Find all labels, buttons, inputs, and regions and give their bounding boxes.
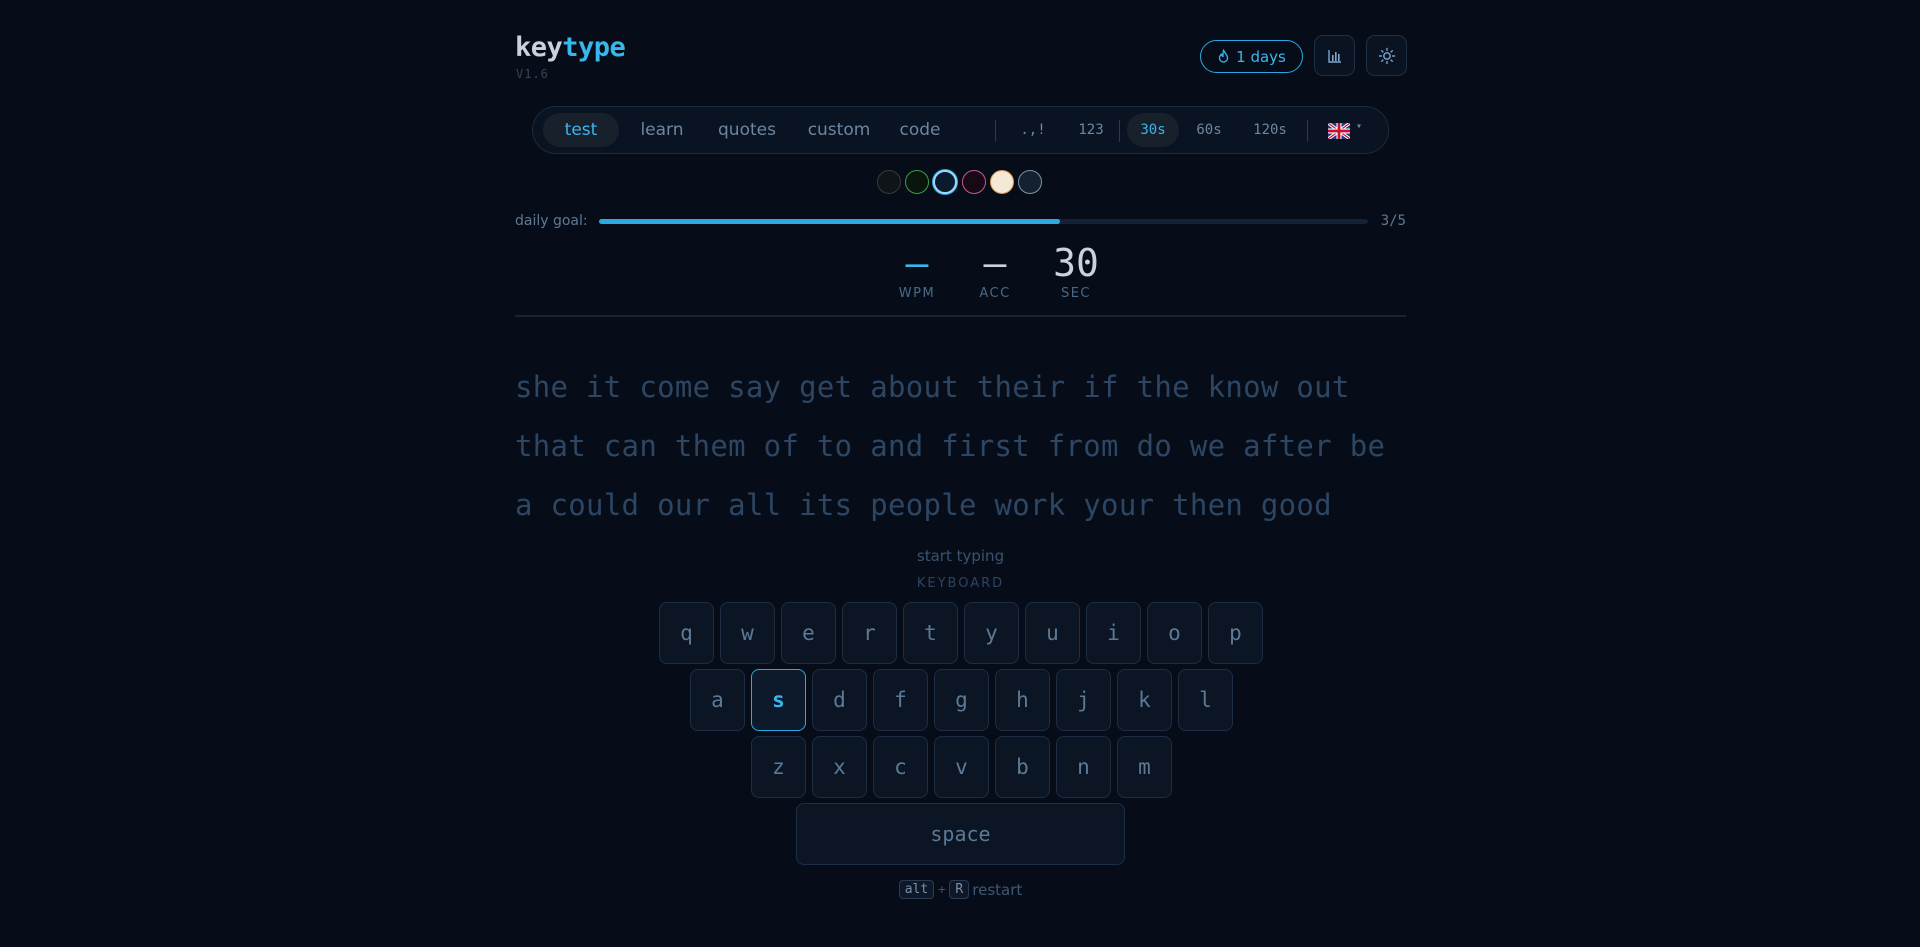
key-m[interactable]: m bbox=[1117, 736, 1172, 798]
mode-code[interactable]: code bbox=[889, 113, 951, 147]
wpm-value: — bbox=[905, 241, 929, 285]
start-typing-hint: start typing bbox=[916, 547, 1005, 565]
theme-swatch[interactable] bbox=[905, 170, 929, 194]
key-t[interactable]: t bbox=[903, 602, 958, 664]
mode-custom[interactable]: custom bbox=[795, 113, 883, 147]
numbers-toggle[interactable]: 123 bbox=[1065, 113, 1117, 147]
stats-button[interactable] bbox=[1314, 35, 1355, 76]
mode-test[interactable]: test bbox=[543, 113, 619, 147]
key-h[interactable]: h bbox=[995, 669, 1050, 731]
language-dropdown-caret[interactable]: ▾ bbox=[1356, 121, 1362, 132]
word-line: she it come say get about their if the k… bbox=[515, 370, 1350, 404]
streak-badge[interactable]: 1 days bbox=[1200, 40, 1303, 73]
typing-text[interactable]: she it come say get about their if the k… bbox=[515, 357, 1406, 534]
daily-goal-count: 3/5 bbox=[1380, 213, 1406, 229]
app: keytype V1.6 1 days test learn quotes cu… bbox=[515, 0, 1407, 947]
daily-goal-track bbox=[599, 219, 1368, 224]
keyboard-heading: KEYBOARD bbox=[916, 576, 1005, 591]
acc-stat: — ACC bbox=[955, 240, 1035, 301]
version-label: V1.6 bbox=[516, 67, 549, 81]
theme-swatch[interactable] bbox=[990, 170, 1014, 194]
separator bbox=[1307, 120, 1308, 142]
word-line: that can them of to and first from do we… bbox=[515, 429, 1386, 463]
sec-label: SEC bbox=[1060, 286, 1092, 301]
logo-key: key bbox=[515, 32, 563, 63]
key-a[interactable]: a bbox=[690, 669, 745, 731]
alt-key-badge: alt bbox=[898, 880, 935, 899]
key-o[interactable]: o bbox=[1147, 602, 1202, 664]
key-d[interactable]: d bbox=[812, 669, 867, 731]
key-u[interactable]: u bbox=[1025, 602, 1080, 664]
key-p[interactable]: p bbox=[1208, 602, 1263, 664]
daily-goal-label: daily goal: bbox=[515, 213, 588, 229]
duration-120s[interactable]: 120s bbox=[1239, 113, 1301, 147]
r-key-badge: R bbox=[949, 880, 970, 899]
theme-swatch[interactable] bbox=[933, 170, 957, 194]
mode-bar: test learn quotes custom code .,! 123 30… bbox=[532, 106, 1389, 154]
key-b[interactable]: b bbox=[995, 736, 1050, 798]
key-x[interactable]: x bbox=[812, 736, 867, 798]
duration-60s[interactable]: 60s bbox=[1183, 113, 1235, 147]
theme-swatch[interactable] bbox=[962, 170, 986, 194]
theme-button[interactable] bbox=[1366, 35, 1407, 76]
key-q[interactable]: q bbox=[659, 602, 714, 664]
separator bbox=[1119, 120, 1120, 142]
theme-swatch[interactable] bbox=[877, 170, 901, 194]
restart-hint: alt + R restart bbox=[515, 880, 1406, 899]
key-k[interactable]: k bbox=[1117, 669, 1172, 731]
sec-value: 30 bbox=[1053, 241, 1099, 285]
mode-quotes[interactable]: quotes bbox=[705, 113, 789, 147]
word-line: a could our all its people work your the… bbox=[515, 488, 1332, 522]
key-w[interactable]: w bbox=[720, 602, 775, 664]
restart-label: restart bbox=[972, 880, 1023, 899]
key-z[interactable]: z bbox=[751, 736, 806, 798]
wpm-stat: — WPM bbox=[877, 240, 957, 301]
sun-icon bbox=[1378, 47, 1395, 64]
sec-stat: 30 SEC bbox=[1036, 240, 1116, 301]
punctuation-toggle[interactable]: .,! bbox=[1003, 113, 1063, 147]
key-r[interactable]: r bbox=[842, 602, 897, 664]
mode-learn[interactable]: learn bbox=[625, 113, 699, 147]
key-f[interactable]: f bbox=[873, 669, 928, 731]
duration-30s[interactable]: 30s bbox=[1127, 113, 1179, 147]
key-j[interactable]: j bbox=[1056, 669, 1111, 731]
key-i[interactable]: i bbox=[1086, 602, 1141, 664]
wpm-label: WPM bbox=[898, 286, 936, 301]
daily-goal-fill bbox=[599, 219, 1061, 224]
stats-divider bbox=[515, 315, 1406, 317]
uk-flag-icon[interactable] bbox=[1328, 123, 1350, 139]
key-n[interactable]: n bbox=[1056, 736, 1111, 798]
key-l[interactable]: l bbox=[1178, 669, 1233, 731]
logo-type: type bbox=[562, 32, 626, 63]
flame-icon bbox=[1218, 49, 1229, 63]
bar-chart-icon bbox=[1327, 49, 1341, 63]
key-g[interactable]: g bbox=[934, 669, 989, 731]
key-y[interactable]: y bbox=[964, 602, 1019, 664]
key-e[interactable]: e bbox=[781, 602, 836, 664]
key-s[interactable]: s bbox=[751, 669, 806, 731]
streak-label: 1 days bbox=[1236, 47, 1286, 66]
logo[interactable]: keytype bbox=[515, 32, 626, 63]
acc-label: ACC bbox=[979, 286, 1011, 301]
acc-value: — bbox=[983, 241, 1007, 285]
key-space[interactable]: space bbox=[796, 803, 1125, 865]
key-c[interactable]: c bbox=[873, 736, 928, 798]
key-v[interactable]: v bbox=[934, 736, 989, 798]
separator bbox=[995, 120, 996, 142]
theme-swatch[interactable] bbox=[1018, 170, 1042, 194]
plus-sign: + bbox=[937, 883, 947, 896]
